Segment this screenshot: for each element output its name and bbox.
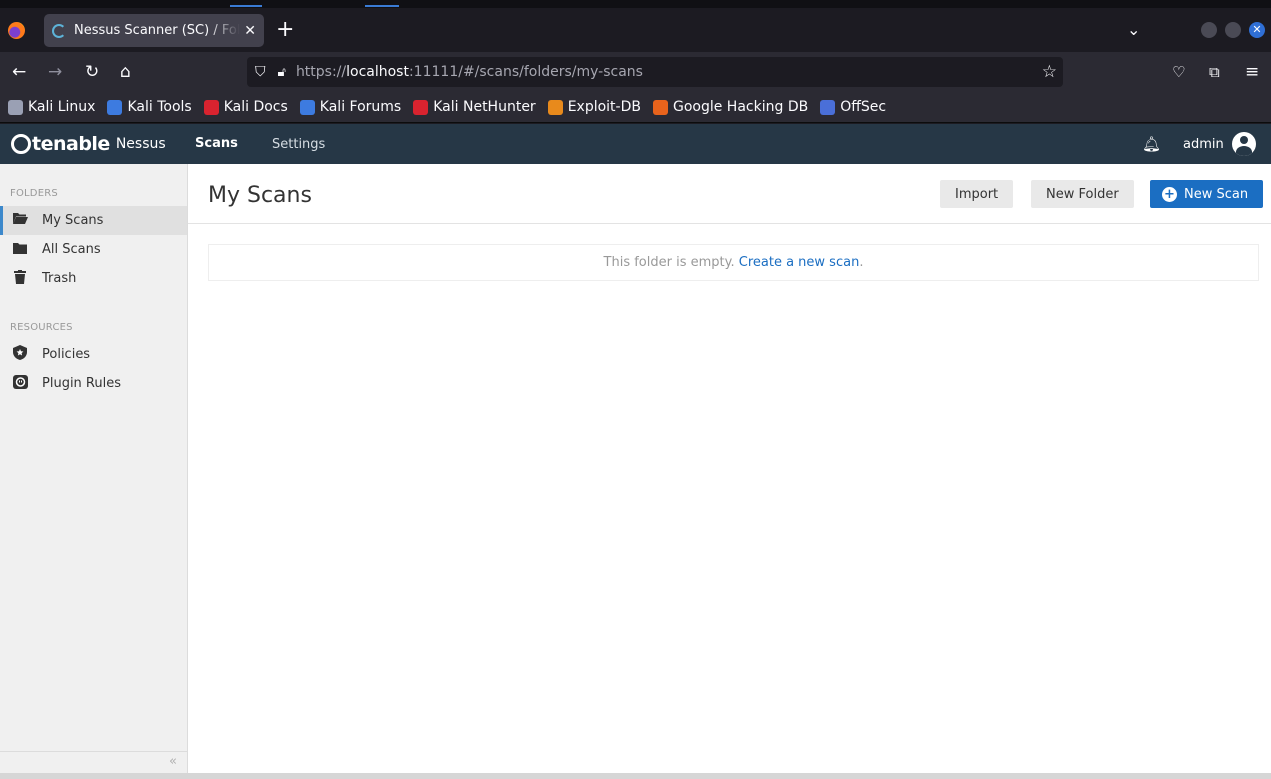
bookmark-label: OffSec [840, 99, 887, 115]
sidebar-item-my-scans[interactable]: My Scans [0, 206, 187, 235]
firefox-logo-icon[interactable] [8, 22, 25, 39]
policy-shield-icon [12, 345, 28, 364]
tab-title: Nessus Scanner (SC) / Folders / My Scans [74, 23, 241, 38]
nessus-header: tenable Nessus Scans Settings 🔔︎ admin [0, 124, 1271, 164]
folder-open-icon [12, 212, 28, 229]
bottom-status-strip [0, 773, 1271, 779]
os-panel-indicator [230, 5, 262, 7]
new-scan-button[interactable]: + New Scan [1150, 180, 1264, 208]
create-new-scan-link[interactable]: Create a new scan [739, 255, 860, 270]
bookmark-star-icon[interactable]: ☆ [1042, 62, 1057, 82]
bookmark-kali-linux[interactable]: Kali Linux [8, 99, 95, 115]
kali-tools-icon [107, 99, 123, 115]
bookmark-kali-nethunter[interactable]: Kali NetHunter [413, 99, 536, 115]
os-panel-strip [0, 0, 1271, 8]
nav-scans[interactable]: Scans [195, 136, 238, 151]
resources-heading: RESOURCES [10, 322, 73, 333]
trash-icon [12, 269, 28, 288]
bookmark-label: Google Hacking DB [672, 99, 809, 115]
bookmark-label: Kali Linux [28, 99, 96, 115]
sidebar-item-label: All Scans [42, 242, 101, 257]
ghdb-icon [652, 99, 668, 115]
window-minimize-button[interactable] [1201, 22, 1217, 38]
empty-text-end: . [859, 255, 864, 270]
browser-tab-active[interactable]: Nessus Scanner (SC) / Folders / My Scans… [44, 14, 264, 47]
back-arrow-icon[interactable]: ← [12, 62, 26, 82]
user-avatar-icon[interactable] [1232, 132, 1256, 156]
os-panel-indicator [365, 5, 399, 7]
extensions-icon[interactable]: ⧉ [1209, 62, 1220, 82]
sidebar-item-label: Plugin Rules [42, 376, 121, 391]
tenable-nessus-logo[interactable]: tenable Nessus [11, 133, 166, 155]
bookmark-label: Kali NetHunter [433, 99, 536, 115]
collapse-chevrons-icon[interactable]: « [169, 754, 177, 769]
bookmark-offsec[interactable]: OffSec [820, 99, 886, 115]
sidebar-item-trash[interactable]: Trash [0, 264, 187, 293]
import-button[interactable]: Import [940, 180, 1014, 208]
pocket-icon[interactable]: ♡ [1172, 62, 1185, 82]
kali-docs-icon [203, 99, 219, 115]
insecure-lock-icon[interactable]: 🔓︎ [278, 65, 286, 80]
tracking-shield-icon[interactable]: ⛉ [255, 64, 266, 80]
page-title: My Scans [208, 183, 312, 208]
bookmark-label: Kali Docs [223, 99, 288, 115]
url-host: localhost [346, 64, 409, 80]
sidebar-item-label: My Scans [42, 213, 104, 228]
bookmark-kali-forums[interactable]: Kali Forums [299, 99, 402, 115]
sidebar-item-label: Trash [42, 271, 77, 286]
url-bar[interactable]: ⛉ 🔓︎ https://localhost:11111/#/scans/fol… [247, 57, 1063, 87]
url-path: :11111/#/scans/folders/my-scans [408, 64, 643, 80]
username[interactable]: admin [1183, 137, 1224, 152]
bookmarks-toolbar: Kali Linux Kali Tools Kali Docs Kali Forums… [0, 92, 1271, 123]
folders-heading: FOLDERS [10, 188, 58, 199]
window-close-button[interactable]: ✕ [1249, 22, 1265, 38]
bookmark-google-hacking-db[interactable]: Google Hacking DB [652, 99, 809, 115]
sidebar-collapse-bar[interactable]: « [0, 751, 187, 773]
window-maximize-button[interactable] [1225, 22, 1241, 38]
bookmark-kali-tools[interactable]: Kali Tools [107, 99, 192, 115]
plugin-rules-icon [12, 374, 28, 393]
brand-name: tenable [32, 133, 110, 155]
bookmark-label: Kali Tools [127, 99, 192, 115]
product-name: Nessus [115, 136, 166, 152]
home-icon[interactable]: ⌂ [120, 62, 131, 82]
reload-icon[interactable]: ↻ [85, 62, 99, 82]
bookmark-kali-docs[interactable]: Kali Docs [203, 99, 288, 115]
new-folder-button[interactable]: New Folder [1031, 180, 1134, 208]
url-text[interactable]: https://localhost:11111/#/scans/folders/… [296, 64, 643, 80]
folder-icon [12, 242, 28, 258]
new-tab-plus-icon[interactable]: + [276, 18, 294, 42]
notifications-bell-icon[interactable]: 🔔︎ [1142, 135, 1161, 153]
sidebar-item-plugin-rules[interactable]: Plugin Rules [0, 369, 187, 398]
sidebar-item-policies[interactable]: Policies [0, 340, 187, 369]
nav-settings[interactable]: Settings [272, 137, 325, 152]
sidebar: FOLDERS My Scans All Scans Trash RESOURC… [0, 164, 188, 773]
sidebar-item-label: Policies [42, 347, 91, 362]
browser-tab-bar: Nessus Scanner (SC) / Folders / My Scans… [0, 8, 1271, 52]
kali-forums-icon [299, 99, 315, 115]
empty-folder-message: This folder is empty. Create a new scan. [208, 244, 1259, 281]
forward-arrow-icon[interactable]: → [48, 62, 62, 82]
kali-dragon-icon [8, 99, 23, 115]
header-divider [188, 223, 1271, 224]
sidebar-item-all-scans[interactable]: All Scans [0, 235, 187, 264]
offsec-icon [820, 99, 836, 115]
tenable-ring-icon [11, 134, 31, 154]
empty-text: This folder is empty. [603, 255, 735, 270]
tab-list-chevron-icon[interactable]: ⌄ [1127, 20, 1140, 39]
url-scheme: https:// [295, 64, 347, 80]
app-menu-icon[interactable]: ≡ [1245, 62, 1259, 82]
bookmark-label: Kali Forums [319, 99, 402, 115]
tab-close-icon[interactable]: ✕ [244, 23, 256, 39]
exploit-db-icon [547, 99, 563, 115]
nethunter-icon [413, 99, 429, 115]
bookmark-label: Exploit-DB [567, 99, 641, 115]
loading-spinner-icon [52, 23, 66, 38]
plus-circle-icon: + [1162, 186, 1177, 202]
bookmark-exploit-db[interactable]: Exploit-DB [547, 99, 641, 115]
main-content: My Scans Import New Folder + New Scan Th… [188, 164, 1271, 773]
new-scan-label: New Scan [1184, 186, 1249, 202]
browser-nav-bar: ← → ↻ ⌂ ⛉ 🔓︎ https://localhost:11111/#/s… [0, 52, 1271, 92]
